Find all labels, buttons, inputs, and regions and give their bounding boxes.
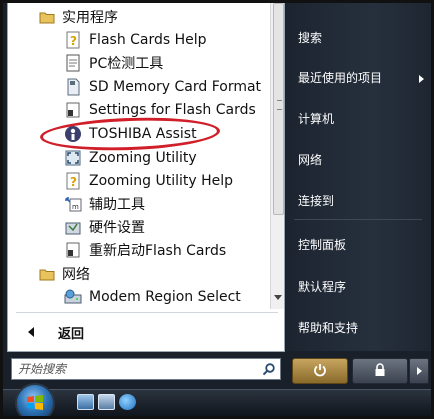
menu-item-label: 最近使用的项目: [298, 71, 383, 85]
list-item-label: 网络: [62, 266, 90, 283]
folder-icon: [38, 8, 56, 26]
menu-item-label: 搜索: [298, 31, 323, 45]
svg-text:m: m: [72, 203, 79, 211]
submenu-arrow-icon: [419, 75, 424, 83]
list-item-label: SD Memory Card Format: [89, 78, 262, 95]
list-item-label: Flash Cards Help: [89, 31, 207, 48]
menu-item-recent-items[interactable]: 最近使用的项目: [298, 69, 382, 87]
menu-separator: [294, 219, 422, 220]
menu-item-default-programs[interactable]: 默认程序: [298, 278, 346, 296]
show-desktop-icon[interactable]: [77, 394, 94, 410]
scroll-down-arrow-icon[interactable]: [274, 295, 282, 300]
list-item-label: Zooming Utility: [89, 149, 197, 166]
back-arrow-icon: [28, 327, 34, 337]
menu-item-computer[interactable]: 计算机: [298, 110, 334, 128]
scrollbar-grip-icon: [277, 100, 282, 110]
menu-item-label: 默认程序: [298, 280, 347, 294]
folder-network[interactable]: 网络: [38, 262, 90, 285]
program-sd-memory-card-format[interactable]: SD Memory Card Format: [64, 75, 261, 98]
program-accessibility-tools[interactable]: m 辅助工具: [64, 192, 145, 215]
menu-item-label: 连接到: [298, 194, 335, 208]
start-button[interactable]: [15, 383, 55, 416]
program-modem-region-select[interactable]: Modem Region Select: [64, 285, 241, 308]
programs-panel: 实用程序 ? Flash Cards Help PC检测工具 SD Memory…: [7, 3, 285, 352]
taskbar: [3, 389, 431, 416]
program-pc-test-tool[interactable]: PC检测工具: [64, 51, 163, 74]
start-search-box[interactable]: [11, 358, 281, 380]
svg-text:?: ?: [70, 34, 77, 48]
list-item-label: 实用程序: [62, 9, 118, 26]
list-item-label: 重新启动Flash Cards: [89, 242, 227, 259]
list-item-label: Zooming Utility Help: [89, 172, 234, 189]
windows-logo-icon: [27, 395, 43, 410]
document-icon: [64, 54, 82, 72]
help-document-icon: ?: [64, 172, 82, 190]
list-item-label: 硬件设置: [89, 219, 145, 236]
list-item-label: 辅助工具: [89, 196, 145, 213]
back-divider: [16, 312, 278, 313]
program-list-scrollbar[interactable]: [270, 3, 284, 309]
list-item-label: Settings for Flash Cards: [89, 101, 256, 118]
menu-item-label: 网络: [298, 153, 323, 167]
modem-icon: [64, 288, 82, 306]
program-zooming-utility-help[interactable]: ? Zooming Utility Help: [64, 169, 233, 192]
flash-cards-settings-icon: [64, 101, 82, 119]
list-item-label: Modem Region Select: [89, 288, 241, 305]
menu-item-network[interactable]: 网络: [298, 151, 322, 169]
lock-icon: [374, 362, 386, 381]
menu-item-connect-to[interactable]: 连接到: [298, 192, 334, 210]
program-hardware-settings[interactable]: 硬件设置: [64, 215, 145, 238]
all-programs-list: 实用程序 ? Flash Cards Help PC检测工具 SD Memory…: [8, 3, 268, 309]
menu-item-help-and-support[interactable]: 帮助和支持: [298, 319, 358, 337]
search-input[interactable]: [12, 360, 259, 378]
help-document-icon: ?: [64, 31, 82, 49]
program-flash-cards-help[interactable]: ? Flash Cards Help: [64, 28, 207, 51]
power-controls: [292, 358, 429, 384]
search-icon[interactable]: [259, 360, 277, 378]
menu-item-label: 帮助和支持: [298, 321, 359, 335]
arrow-right-icon: [416, 367, 422, 375]
switch-windows-icon[interactable]: [98, 394, 115, 410]
zoom-icon: [64, 149, 82, 167]
menu-item-search[interactable]: 搜索: [298, 29, 322, 47]
menu-item-label: 计算机: [298, 112, 335, 126]
shutdown-options-button[interactable]: [409, 358, 429, 384]
hardware-settings-icon: [64, 218, 82, 236]
tools-icon: m: [64, 195, 82, 213]
flash-cards-icon: [64, 241, 82, 259]
menu-item-control-panel[interactable]: 控制面板: [298, 236, 346, 254]
list-item-label: PC检测工具: [89, 55, 164, 72]
power-icon: [313, 362, 327, 381]
sd-card-format-icon: [64, 78, 82, 96]
folder-icon: [38, 265, 56, 283]
quick-launch-bar: [77, 394, 136, 410]
lock-button[interactable]: [352, 358, 408, 384]
back-label: 返回: [58, 326, 85, 342]
power-button[interactable]: [292, 358, 348, 384]
svg-text:?: ?: [70, 175, 77, 189]
scrollbar-thumb[interactable]: [273, 3, 284, 215]
program-restart-flash-cards[interactable]: 重新启动Flash Cards: [64, 238, 226, 261]
back-button[interactable]: 返回: [28, 321, 84, 343]
internet-explorer-icon[interactable]: [119, 394, 136, 410]
start-menu-window: 实用程序 ? Flash Cards Help PC检测工具 SD Memory…: [0, 0, 434, 419]
folder-utilities[interactable]: 实用程序: [38, 5, 118, 28]
menu-item-label: 控制面板: [298, 238, 347, 252]
right-panel: 搜索 最近使用的项目 计算机 网络 连接到 控制面板 默认程序 帮助和支持: [286, 3, 431, 351]
